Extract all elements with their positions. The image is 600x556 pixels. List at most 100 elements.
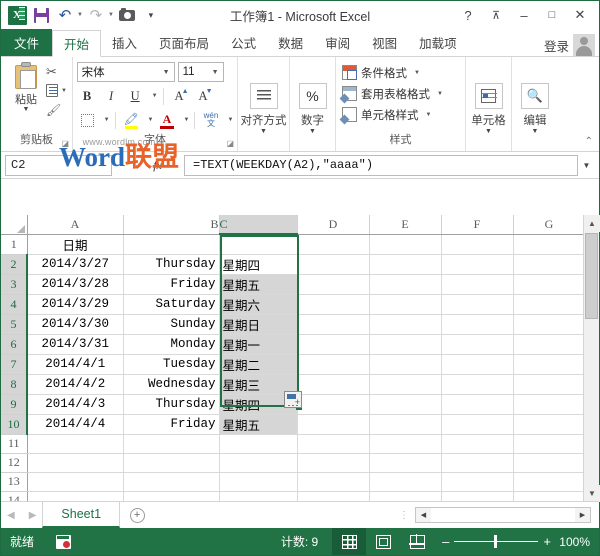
- sheet-tab-sheet1[interactable]: Sheet1: [42, 502, 120, 528]
- font-size-chevron-down-icon[interactable]: ▼: [210, 69, 221, 76]
- row-header-7[interactable]: 7: [1, 354, 27, 374]
- vertical-scroll-thumb[interactable]: [585, 233, 598, 319]
- tab-data[interactable]: 数据: [267, 29, 314, 56]
- signin-label[interactable]: 登录: [544, 36, 569, 55]
- page-break-view-button[interactable]: [400, 528, 434, 555]
- cell-D12[interactable]: [297, 453, 369, 472]
- cells-button[interactable]: 单元格 ▼: [471, 77, 506, 135]
- redo-icon[interactable]: ↷: [85, 4, 107, 26]
- close-icon[interactable]: ✕: [567, 4, 593, 26]
- cell-G5[interactable]: [513, 314, 585, 334]
- tab-home[interactable]: 开始: [52, 30, 101, 57]
- column-header-e[interactable]: E: [369, 215, 441, 234]
- fill-color-dropdown-icon[interactable]: ▼: [148, 117, 154, 123]
- borders-button[interactable]: [77, 110, 98, 130]
- cell-A9[interactable]: 2014/4/3: [27, 394, 123, 414]
- cell-F3[interactable]: [441, 274, 513, 294]
- underline-button[interactable]: U: [125, 86, 146, 106]
- cell-F1[interactable]: [441, 234, 513, 254]
- cell-C4[interactable]: 星期六: [219, 294, 297, 314]
- worksheet-grid[interactable]: A B C D E F G 1日期22014/3/27Thursday星期四32…: [1, 215, 599, 502]
- cell-B9[interactable]: Thursday: [123, 394, 219, 414]
- cell-E1[interactable]: [369, 234, 441, 254]
- cell-G4[interactable]: [513, 294, 585, 314]
- row-header-1[interactable]: 1: [1, 234, 27, 254]
- normal-view-button[interactable]: [332, 528, 366, 555]
- cell-B10[interactable]: Friday: [123, 414, 219, 434]
- maximize-icon[interactable]: □: [539, 4, 565, 26]
- cell-F13[interactable]: [441, 472, 513, 491]
- paste-dropdown-icon[interactable]: ▼: [23, 107, 30, 113]
- cell-D3[interactable]: [297, 274, 369, 294]
- cell-A6[interactable]: 2014/3/31: [27, 334, 123, 354]
- cell-G11[interactable]: [513, 434, 585, 453]
- row-header-11[interactable]: 11: [1, 434, 27, 453]
- formula-input[interactable]: =TEXT(WEEKDAY(A2),"aaaa"): [184, 155, 578, 176]
- cell-G13[interactable]: [513, 472, 585, 491]
- zoom-level[interactable]: 100%: [556, 535, 590, 549]
- zoom-out-button[interactable]: –: [442, 534, 449, 549]
- cell-E12[interactable]: [369, 453, 441, 472]
- cell-C13[interactable]: [219, 472, 297, 491]
- cell-D2[interactable]: [297, 254, 369, 274]
- cell-F12[interactable]: [441, 453, 513, 472]
- cell-D6[interactable]: [297, 334, 369, 354]
- cell-E9[interactable]: [369, 394, 441, 414]
- cell-A12[interactable]: [27, 453, 123, 472]
- help-icon[interactable]: ?: [455, 4, 481, 26]
- borders-dropdown-icon[interactable]: ▼: [104, 117, 110, 123]
- tab-view[interactable]: 视图: [361, 29, 408, 56]
- number-button[interactable]: % 数字 ▼: [299, 77, 327, 135]
- cell-C2[interactable]: 星期四: [219, 254, 297, 274]
- tab-split-handle[interactable]: ⋮: [399, 510, 415, 521]
- paste-button[interactable]: 粘贴 ▼: [6, 60, 46, 113]
- cell-F2[interactable]: [441, 254, 513, 274]
- cell-E4[interactable]: [369, 294, 441, 314]
- row-header-5[interactable]: 5: [1, 314, 27, 334]
- tab-addins[interactable]: 加载项: [408, 29, 468, 56]
- ribbon-display-options-icon[interactable]: ⊼: [483, 4, 509, 26]
- cell-G8[interactable]: [513, 374, 585, 394]
- cell-F10[interactable]: [441, 414, 513, 434]
- cell-E13[interactable]: [369, 472, 441, 491]
- check-icon[interactable]: ✓: [134, 158, 144, 172]
- zoom-slider[interactable]: [454, 535, 538, 549]
- format-painter-button[interactable]: 🖌: [46, 101, 67, 118]
- cell-D8[interactable]: [297, 374, 369, 394]
- row-header-8[interactable]: 8: [1, 374, 27, 394]
- save-icon[interactable]: [30, 4, 52, 26]
- phonetic-guide-button[interactable]: wén文: [200, 110, 221, 130]
- column-header-f[interactable]: F: [441, 215, 513, 234]
- phonetic-dropdown-icon[interactable]: ▼: [227, 117, 233, 123]
- vertical-scrollbar[interactable]: ▲ ▼: [583, 215, 599, 502]
- insert-function-icon[interactable]: fx: [153, 158, 162, 173]
- font-name-chevron-down-icon[interactable]: ▼: [161, 69, 172, 76]
- row-header-2[interactable]: 2: [1, 254, 27, 274]
- cell-F7[interactable]: [441, 354, 513, 374]
- cell-F6[interactable]: [441, 334, 513, 354]
- cell-B3[interactable]: Friday: [123, 274, 219, 294]
- camera-icon[interactable]: [116, 4, 138, 26]
- cell-C1[interactable]: [219, 234, 297, 254]
- shrink-font-button[interactable]: A▼: [193, 86, 214, 106]
- autofill-options-icon[interactable]: +: [284, 391, 302, 408]
- bold-button[interactable]: B: [77, 86, 98, 106]
- clipboard-dialog-launcher[interactable]: ◪: [61, 139, 69, 148]
- sheet-prev-icon[interactable]: ◀: [7, 510, 15, 521]
- cell-E6[interactable]: [369, 334, 441, 354]
- cell-E11[interactable]: [369, 434, 441, 453]
- cell-G6[interactable]: [513, 334, 585, 354]
- grow-font-button[interactable]: A▲: [169, 86, 190, 106]
- cell-B13[interactable]: [123, 472, 219, 491]
- cell-E8[interactable]: [369, 374, 441, 394]
- name-box[interactable]: C2: [5, 155, 112, 176]
- cell-D4[interactable]: [297, 294, 369, 314]
- sheet-next-icon[interactable]: ▶: [29, 510, 37, 521]
- column-header-g[interactable]: G: [513, 215, 585, 234]
- cell-F4[interactable]: [441, 294, 513, 314]
- signin-area[interactable]: 登录: [544, 34, 599, 56]
- cell-B6[interactable]: Monday: [123, 334, 219, 354]
- font-name-combo[interactable]: 宋体 ▼: [77, 62, 175, 82]
- hscroll-right-icon[interactable]: ▶: [575, 508, 590, 522]
- cell-D10[interactable]: [297, 414, 369, 434]
